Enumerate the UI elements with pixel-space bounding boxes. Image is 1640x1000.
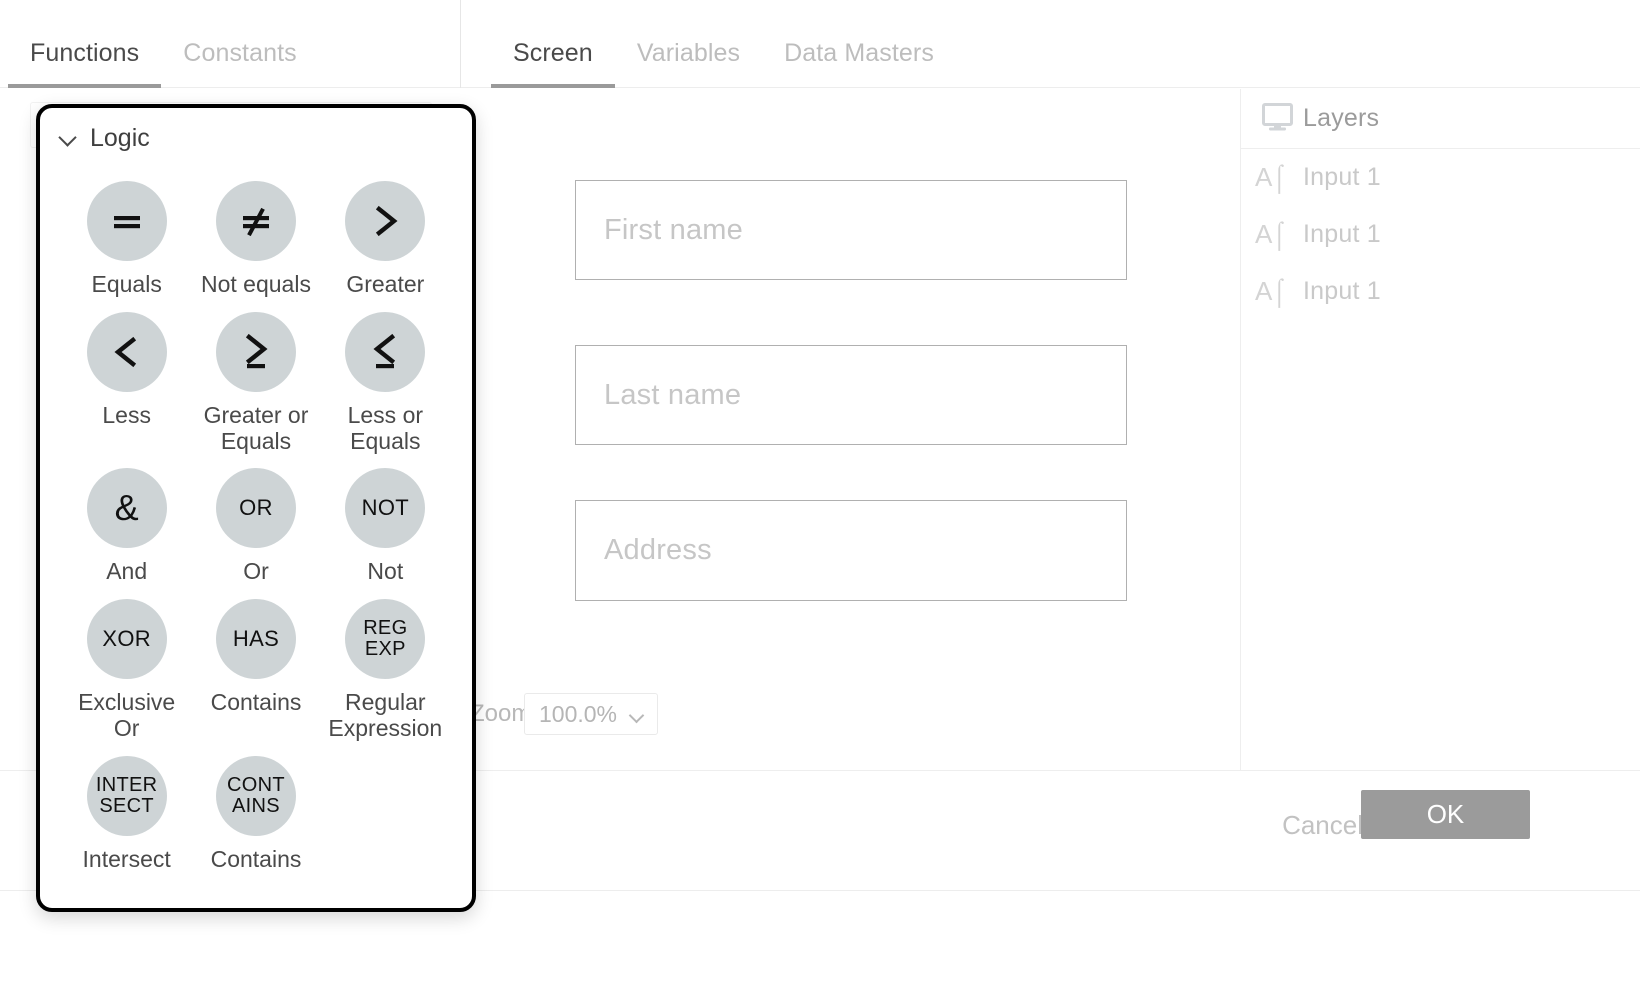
intersect-symbol: INTER SECT — [95, 773, 158, 817]
function-contains[interactable]: CONT AINS Contains — [191, 742, 320, 873]
tab-screen[interactable]: Screen — [491, 39, 615, 88]
tab-variables[interactable]: Variables — [615, 39, 762, 88]
function-greater-or-equals[interactable]: Greater or Equals — [191, 298, 320, 455]
function-not[interactable]: NOT Not — [321, 454, 450, 585]
layer-label: Input 1 — [1303, 163, 1381, 191]
tab-data-masters[interactable]: Data Masters — [762, 39, 956, 88]
function-not-equals[interactable]: Not equals — [191, 167, 320, 298]
screen-canvas: First name Last name Address Zoom 100.0% — [462, 89, 1240, 770]
function-label: Not equals — [201, 271, 311, 297]
function-label: Regular Expression — [328, 689, 443, 741]
function-intersect[interactable]: INTER SECT Intersect — [62, 742, 191, 873]
text-input-icon: A⌠ — [1255, 219, 1287, 249]
function-regular-expression[interactable]: REG EXP Regular Expression — [321, 585, 450, 742]
function-label: Less — [102, 401, 151, 428]
function-label: Not — [367, 558, 404, 585]
logic-group-title: Logic — [90, 124, 150, 152]
chevron-down-icon — [630, 710, 645, 719]
address-placeholder: Address — [604, 534, 712, 566]
layers-header: Layers — [1241, 89, 1640, 149]
function-has[interactable]: HAS Contains — [191, 585, 320, 742]
list-item[interactable]: A⌠ Input 1 — [1241, 149, 1640, 206]
not-icon: NOT — [345, 468, 426, 549]
function-exclusive-or[interactable]: XOR Exclusive Or — [62, 585, 191, 742]
not-equals-icon — [215, 181, 296, 261]
function-label: Intersect — [82, 845, 171, 872]
regexp-icon: REG EXP — [345, 599, 426, 679]
function-or[interactable]: OR Or — [191, 454, 320, 585]
or-symbol: OR — [239, 495, 273, 521]
or-icon: OR — [215, 468, 296, 549]
xor-symbol: XOR — [102, 626, 151, 651]
function-label: Less or Equals — [347, 401, 424, 454]
equals-icon — [86, 181, 167, 261]
left-tabs: Functions Constants — [0, 0, 319, 88]
left-panel-tabbar: Functions Constants — [0, 0, 461, 88]
less-than-icon — [86, 311, 167, 392]
last-name-placeholder: Last name — [604, 378, 742, 411]
ok-button[interactable]: OK — [1361, 790, 1530, 839]
function-label: And — [106, 558, 148, 585]
function-label: Greater or Equals — [203, 401, 309, 454]
right-tabs: Screen Variables Data Masters — [461, 0, 956, 88]
function-greater[interactable]: Greater — [321, 167, 450, 298]
and-symbol: & — [114, 487, 139, 529]
not-symbol: NOT — [361, 495, 409, 521]
function-label: Contains — [210, 689, 302, 715]
zoom-value: 100.0% — [539, 700, 618, 727]
tab-functions[interactable]: Functions — [8, 39, 162, 88]
function-less-or-equals[interactable]: Less or Equals — [321, 298, 450, 455]
text-input-icon: A⌠ — [1255, 276, 1287, 306]
zoom-label: Zoom — [470, 700, 532, 727]
address-input[interactable]: Address — [575, 500, 1127, 601]
intersect-icon: INTER SECT — [86, 755, 167, 836]
ampersand-icon: & — [86, 468, 167, 549]
function-label: Or — [243, 558, 269, 585]
layers-title: Layers — [1303, 104, 1380, 132]
logic-group-header[interactable]: Logic — [40, 108, 472, 153]
layers-panel: Layers A⌠ Input 1 A⌠ Input 1 A⌠ Input 1 — [1241, 89, 1640, 770]
text-input-icon: A⌠ — [1255, 162, 1287, 192]
function-label: Contains — [210, 845, 302, 872]
cancel-button[interactable]: Cancel — [1272, 802, 1373, 849]
layer-label: Input 1 — [1303, 277, 1381, 305]
has-icon: HAS — [215, 599, 296, 679]
function-grid: Equals Not equals Greater Less Greater o… — [40, 153, 472, 872]
function-picker-popup: Logic Equals Not equals Greater Less Gre… — [36, 104, 476, 912]
chevron-down-icon — [58, 129, 78, 149]
first-name-input[interactable]: First name — [575, 180, 1127, 280]
function-and[interactable]: & And — [62, 454, 191, 585]
list-item[interactable]: A⌠ Input 1 — [1241, 206, 1640, 263]
function-less[interactable]: Less — [62, 298, 191, 455]
contains-symbol: CONT AINS — [227, 773, 285, 817]
xor-icon: XOR — [86, 599, 167, 679]
has-symbol: HAS — [232, 626, 280, 651]
function-label: Exclusive Or — [78, 689, 176, 741]
list-item[interactable]: A⌠ Input 1 — [1241, 263, 1640, 320]
last-name-input[interactable]: Last name — [575, 345, 1127, 445]
function-label: Greater — [346, 271, 425, 297]
monitor-icon — [1262, 103, 1293, 131]
function-equals[interactable]: Equals — [62, 167, 191, 298]
contains-icon: CONT AINS — [215, 755, 296, 836]
layer-label: Input 1 — [1303, 220, 1381, 248]
right-panel-tabbar: Screen Variables Data Masters — [461, 0, 1640, 88]
greater-or-equal-icon — [215, 311, 296, 392]
regexp-symbol: REG EXP — [363, 617, 408, 660]
tab-constants[interactable]: Constants — [161, 39, 318, 88]
function-label: Equals — [91, 271, 162, 297]
less-or-equal-icon — [345, 311, 426, 392]
zoom-select[interactable]: 100.0% — [524, 693, 658, 735]
greater-than-icon — [345, 181, 426, 261]
first-name-placeholder: First name — [604, 213, 743, 246]
zoom-control: Zoom 100.0% — [462, 679, 1240, 749]
